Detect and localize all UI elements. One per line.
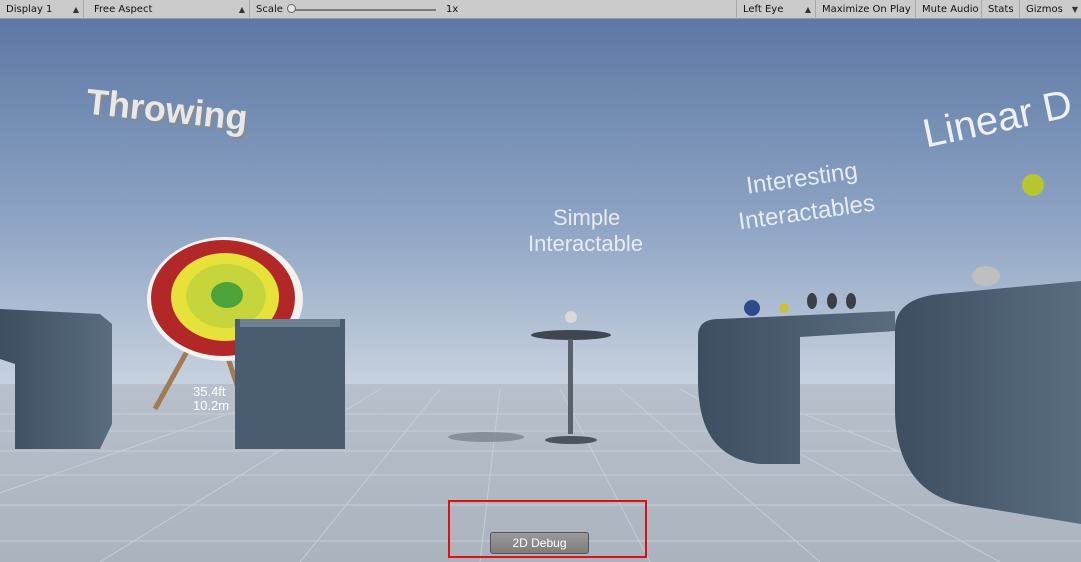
eye-dropdown[interactable]: Left Eye ▲︎: [736, 0, 816, 19]
display-label: Display 1: [6, 4, 53, 15]
mute-audio-toggle[interactable]: Mute Audio: [916, 0, 982, 19]
dropdown-arrow-icon: ▼︎: [1071, 5, 1078, 14]
distance-m-readout: 10.2m: [193, 398, 230, 413]
simple-label-line1: Simple: [553, 205, 621, 230]
scale-slider-thumb[interactable]: [287, 4, 296, 13]
aspect-label: Free Aspect: [94, 4, 153, 15]
simple-label-line2: Interactable: [528, 231, 643, 256]
gizmos-dropdown[interactable]: Gizmos ▼︎: [1020, 0, 1081, 19]
maximize-on-play-toggle[interactable]: Maximize On Play: [816, 0, 916, 19]
dropdown-arrow-icon: ▲︎: [72, 5, 79, 14]
scale-value: 1x: [446, 4, 459, 15]
eye-label: Left Eye: [743, 4, 784, 15]
scale-label: Scale: [256, 4, 283, 15]
display-dropdown[interactable]: Display 1 ▲︎: [0, 0, 84, 19]
stats-toggle[interactable]: Stats: [982, 0, 1020, 19]
game-view-toolbar: Display 1 ▲︎ Free Aspect ▲︎ Scale 1x Lef…: [0, 0, 1081, 19]
game-viewport[interactable]: Throwing Simple Interactable Interesting…: [0, 19, 1081, 562]
dropdown-arrow-icon: ▲︎: [238, 5, 245, 14]
gizmos-label: Gizmos: [1026, 4, 1063, 15]
maximize-label: Maximize On Play: [822, 4, 911, 15]
stats-label: Stats: [988, 4, 1014, 15]
aspect-dropdown[interactable]: Free Aspect ▲︎: [88, 0, 250, 19]
dropdown-arrow-icon: ▲︎: [804, 5, 811, 14]
distance-ft-readout: 35.4ft: [193, 384, 226, 399]
scale-slider-track[interactable]: [290, 9, 436, 11]
2d-debug-button[interactable]: 2D Debug: [490, 532, 589, 554]
mute-label: Mute Audio: [922, 4, 979, 15]
